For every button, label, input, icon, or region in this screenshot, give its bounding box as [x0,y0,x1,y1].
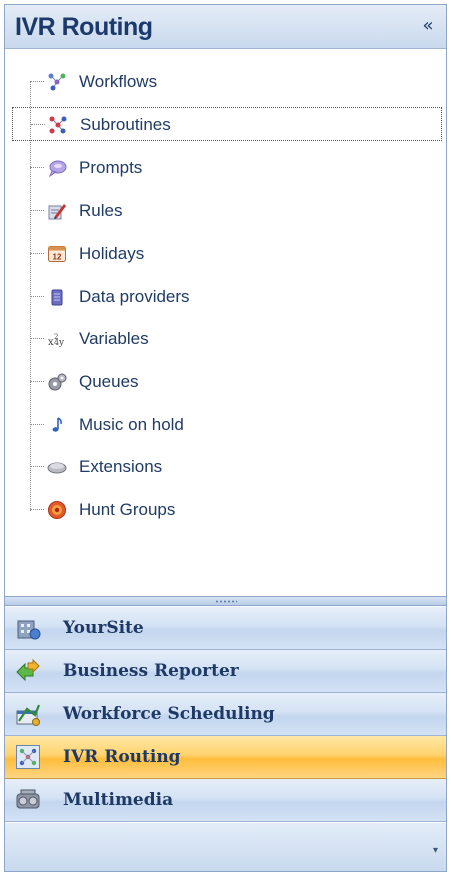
ivr-tree: Workflows Subroutines Prompts Rules 12 H… [5,49,446,596]
tree-item-label: Rules [79,201,123,220]
tree-item-holidays[interactable]: 12 Holidays [5,237,446,271]
calendar-icon: 12 [48,246,66,262]
nav-button-workforce-scheduling[interactable]: Workforce Scheduling [5,693,446,736]
nav-button-label: YourSite [63,618,144,638]
tree-item-extensions[interactable]: Extensions [5,450,446,484]
workflow-icon [48,73,66,91]
nav-button-yoursite[interactable]: YourSite [5,607,446,650]
tree-item-label: Holidays [79,244,145,263]
database-icon [51,289,63,306]
tree-item-label: Hunt Groups [79,500,176,519]
subroutine-icon [49,116,67,134]
variable-icon: x 2 4 y [48,333,65,348]
tree-item-label: Extensions [79,457,163,476]
gears-icon [48,373,67,391]
phone-icon [47,462,67,474]
nav-button-label: IVR Routing [63,747,181,767]
music-note-icon [52,417,62,432]
svg-text:12: 12 [53,253,62,262]
overflow-menu-chevron-icon[interactable]: ▾ [433,845,438,856]
navigation-pane: IVR Routing « Workflows Subroutines Prom… [4,4,447,872]
tree-item-label: Variables [79,329,149,348]
tree-item-label: Workflows [79,72,158,91]
scheduling-icon [16,704,41,726]
tree-item-prompts[interactable]: Prompts [5,151,446,185]
collapse-pane-button[interactable]: « [416,15,440,39]
tree-item-variables[interactable]: x 2 4 y Variables [5,322,446,356]
tree-item-queues[interactable]: Queues [5,365,446,399]
nav-button-ivr-routing[interactable]: IVR Routing [5,736,446,779]
tree-item-music-on-hold[interactable]: Music on hold [5,408,446,442]
reporter-arrows-icon [16,658,40,682]
target-icon [48,501,66,519]
overflow-strip: ▾ [5,823,446,871]
tree-item-label: Subroutines [80,115,171,134]
tree-item-label: Music on hold [79,415,184,434]
nav-button-label: Business Reporter [63,661,239,681]
ivr-grid-icon [16,745,40,769]
tree-item-hunt-groups[interactable]: Hunt Groups [5,493,446,527]
svg-text:y: y [58,338,65,348]
pane-title: IVR Routing [15,13,153,41]
tree-item-rules[interactable]: Rules [5,194,446,228]
multimedia-icon [16,789,40,809]
tree-item-label: Prompts [79,158,143,177]
splitter-grip-icon [215,600,237,603]
pane-header: IVR Routing « [5,5,446,49]
rules-pencil-icon [48,204,66,220]
nav-button-label: Multimedia [63,790,174,810]
tree-item-label: Queues [79,372,139,391]
nav-button-business-reporter[interactable]: Business Reporter [5,650,446,693]
tree-item-data-providers[interactable]: Data providers [5,280,446,314]
tree-item-label: Data providers [79,287,190,306]
nav-button-multimedia[interactable]: Multimedia [5,779,446,822]
nav-button-label: Workforce Scheduling [63,704,275,724]
pane-splitter[interactable] [5,596,446,606]
tree-item-subroutines[interactable]: Subroutines [12,107,442,141]
tree-item-workflows[interactable]: Workflows [5,65,446,99]
building-icon [17,620,41,640]
speech-bubble-icon [48,160,67,178]
